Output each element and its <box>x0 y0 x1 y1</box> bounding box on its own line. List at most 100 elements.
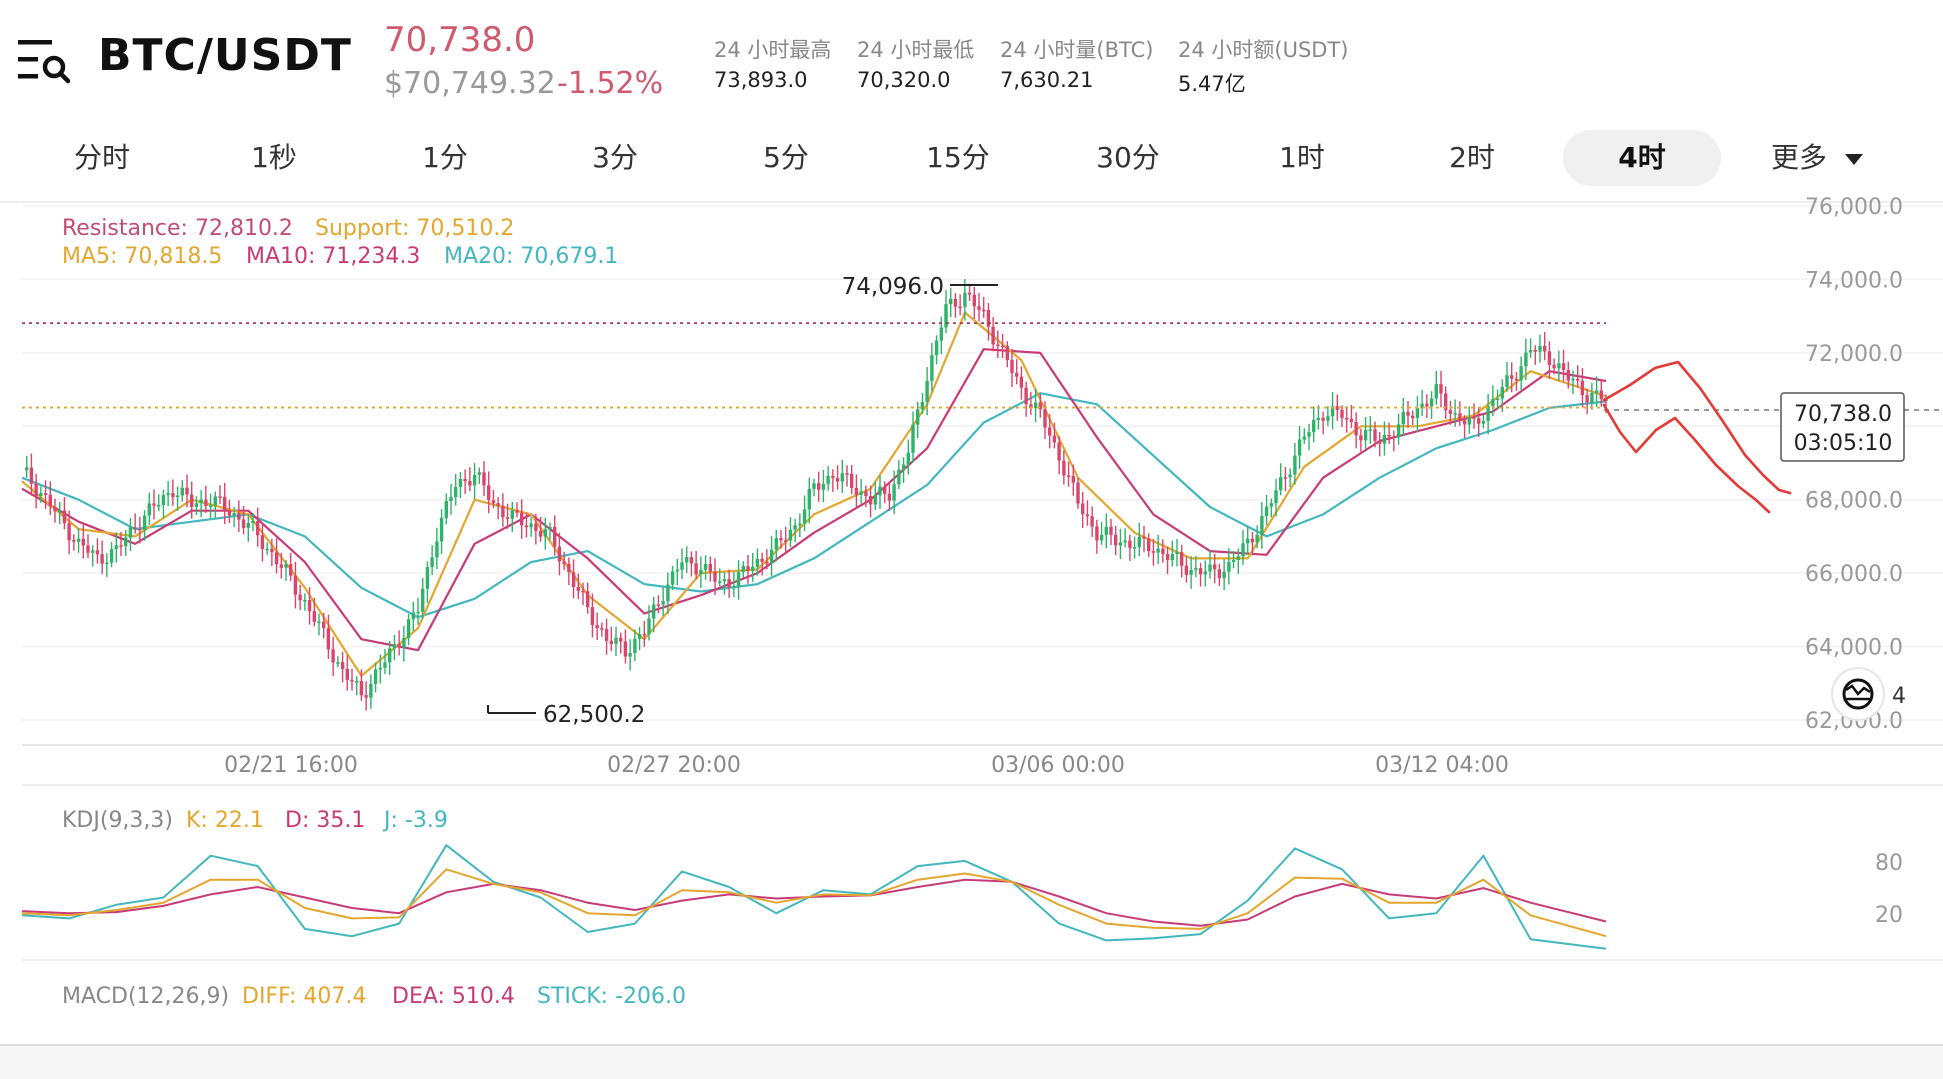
candle-body <box>307 600 312 612</box>
candle-body <box>996 344 1000 346</box>
candle-body <box>1071 476 1075 483</box>
candle-body <box>237 513 241 520</box>
candle-body <box>1057 442 1061 461</box>
time-axis: 02/21 16:00 02/27 20:00 03/06 00:00 03/12 0… <box>224 753 1509 778</box>
candle-body <box>873 495 877 505</box>
candle-body <box>199 499 203 504</box>
candle-body <box>1571 378 1575 381</box>
candle-body <box>685 557 689 563</box>
candle-body <box>312 611 316 622</box>
candle-body <box>1043 409 1047 428</box>
candle-body <box>458 479 463 487</box>
candle-body <box>1165 554 1170 561</box>
candle-body <box>1434 384 1438 399</box>
indicator-count-badge: 4 <box>1892 684 1906 709</box>
candle-body <box>1495 398 1500 400</box>
candle-body <box>487 485 491 500</box>
candle-body <box>378 667 382 670</box>
candle-body <box>548 527 552 530</box>
candle-body <box>1033 402 1038 409</box>
candle-body <box>694 563 698 575</box>
candle-body <box>1142 536 1146 539</box>
candle-body <box>812 483 816 489</box>
candle-body <box>1415 408 1420 418</box>
candle-body <box>241 519 246 528</box>
candle-body <box>359 681 364 696</box>
candle-body <box>62 510 67 524</box>
candle-body <box>1175 552 1179 554</box>
candle-body <box>1547 351 1552 365</box>
candle-body <box>1184 565 1189 575</box>
candle-body <box>1231 560 1236 562</box>
candle-body <box>388 648 392 663</box>
candle-body <box>934 340 939 356</box>
candle-body <box>1524 352 1528 367</box>
candle-body <box>1095 526 1099 541</box>
candle-body <box>1066 475 1071 477</box>
candle-body <box>340 662 345 669</box>
candle-body <box>505 517 510 519</box>
candle-body <box>769 549 774 564</box>
grid-lines <box>22 205 1943 721</box>
candle-body <box>604 629 609 641</box>
macd-stick-value: STICK: -206.0 <box>537 984 686 1009</box>
candle-body <box>246 523 250 528</box>
candle-body <box>916 409 920 425</box>
candle-body <box>1448 410 1453 414</box>
candle-body <box>1118 542 1123 546</box>
candle-body <box>119 545 123 547</box>
candle-body <box>633 638 637 653</box>
candle-body <box>1345 418 1349 420</box>
candle-body <box>406 619 411 638</box>
candle-body <box>369 683 373 698</box>
candle-body <box>1024 387 1028 405</box>
candle-body <box>1359 435 1363 441</box>
candle-body <box>142 515 147 531</box>
candle-body <box>562 561 566 565</box>
candle-body <box>1543 345 1547 352</box>
candle-body <box>802 509 807 524</box>
candle-body <box>1401 411 1405 425</box>
candle-body <box>1213 564 1217 570</box>
candle-body <box>1561 363 1566 370</box>
candle-body <box>868 496 873 505</box>
candle-body <box>699 570 703 575</box>
candle-body <box>1491 399 1495 407</box>
candle-body <box>901 464 906 470</box>
price-tick-label: 68,000.0 <box>1805 489 1903 514</box>
kdj-lines <box>21 844 1607 950</box>
candlestick-chart[interactable]: Resistance: 72,810.2 Support: 70,510.2 M… <box>0 0 1943 1079</box>
candle-body <box>416 611 420 614</box>
candle-body <box>925 380 929 402</box>
candle-body <box>1132 547 1137 549</box>
candle-body <box>157 505 161 507</box>
candle-body <box>543 529 547 537</box>
candle-body <box>86 545 90 553</box>
time-tick-label: 03/06 00:00 <box>991 753 1125 778</box>
candle-body <box>736 572 741 587</box>
candle-body <box>788 529 793 541</box>
candle-body <box>1019 376 1024 388</box>
candle-body <box>859 491 863 495</box>
candle-body <box>1425 403 1429 407</box>
kdj-title: KDJ(9,3,3) <box>62 808 173 833</box>
candle-body <box>194 503 199 507</box>
candle-body <box>652 604 656 619</box>
candle-countdown: 03:05:10 <box>1794 431 1893 456</box>
candle-body <box>887 493 892 501</box>
kdj-k-value: K: 22.1 <box>186 808 264 833</box>
candle-body <box>350 679 354 682</box>
candle-body <box>614 637 618 644</box>
candle-body <box>180 487 184 496</box>
price-tick-label: 64,000.0 <box>1805 636 1903 661</box>
candle-body <box>831 475 835 478</box>
candle-body <box>647 618 651 635</box>
candle-body <box>1147 538 1151 552</box>
candle-body <box>1392 436 1396 438</box>
candle-body <box>1085 514 1090 517</box>
candle-body <box>529 523 533 528</box>
candle-body <box>1250 538 1255 543</box>
last-price-tag-value: 70,738.0 <box>1794 402 1892 427</box>
candle-body <box>892 484 896 501</box>
candle-body <box>223 496 227 511</box>
